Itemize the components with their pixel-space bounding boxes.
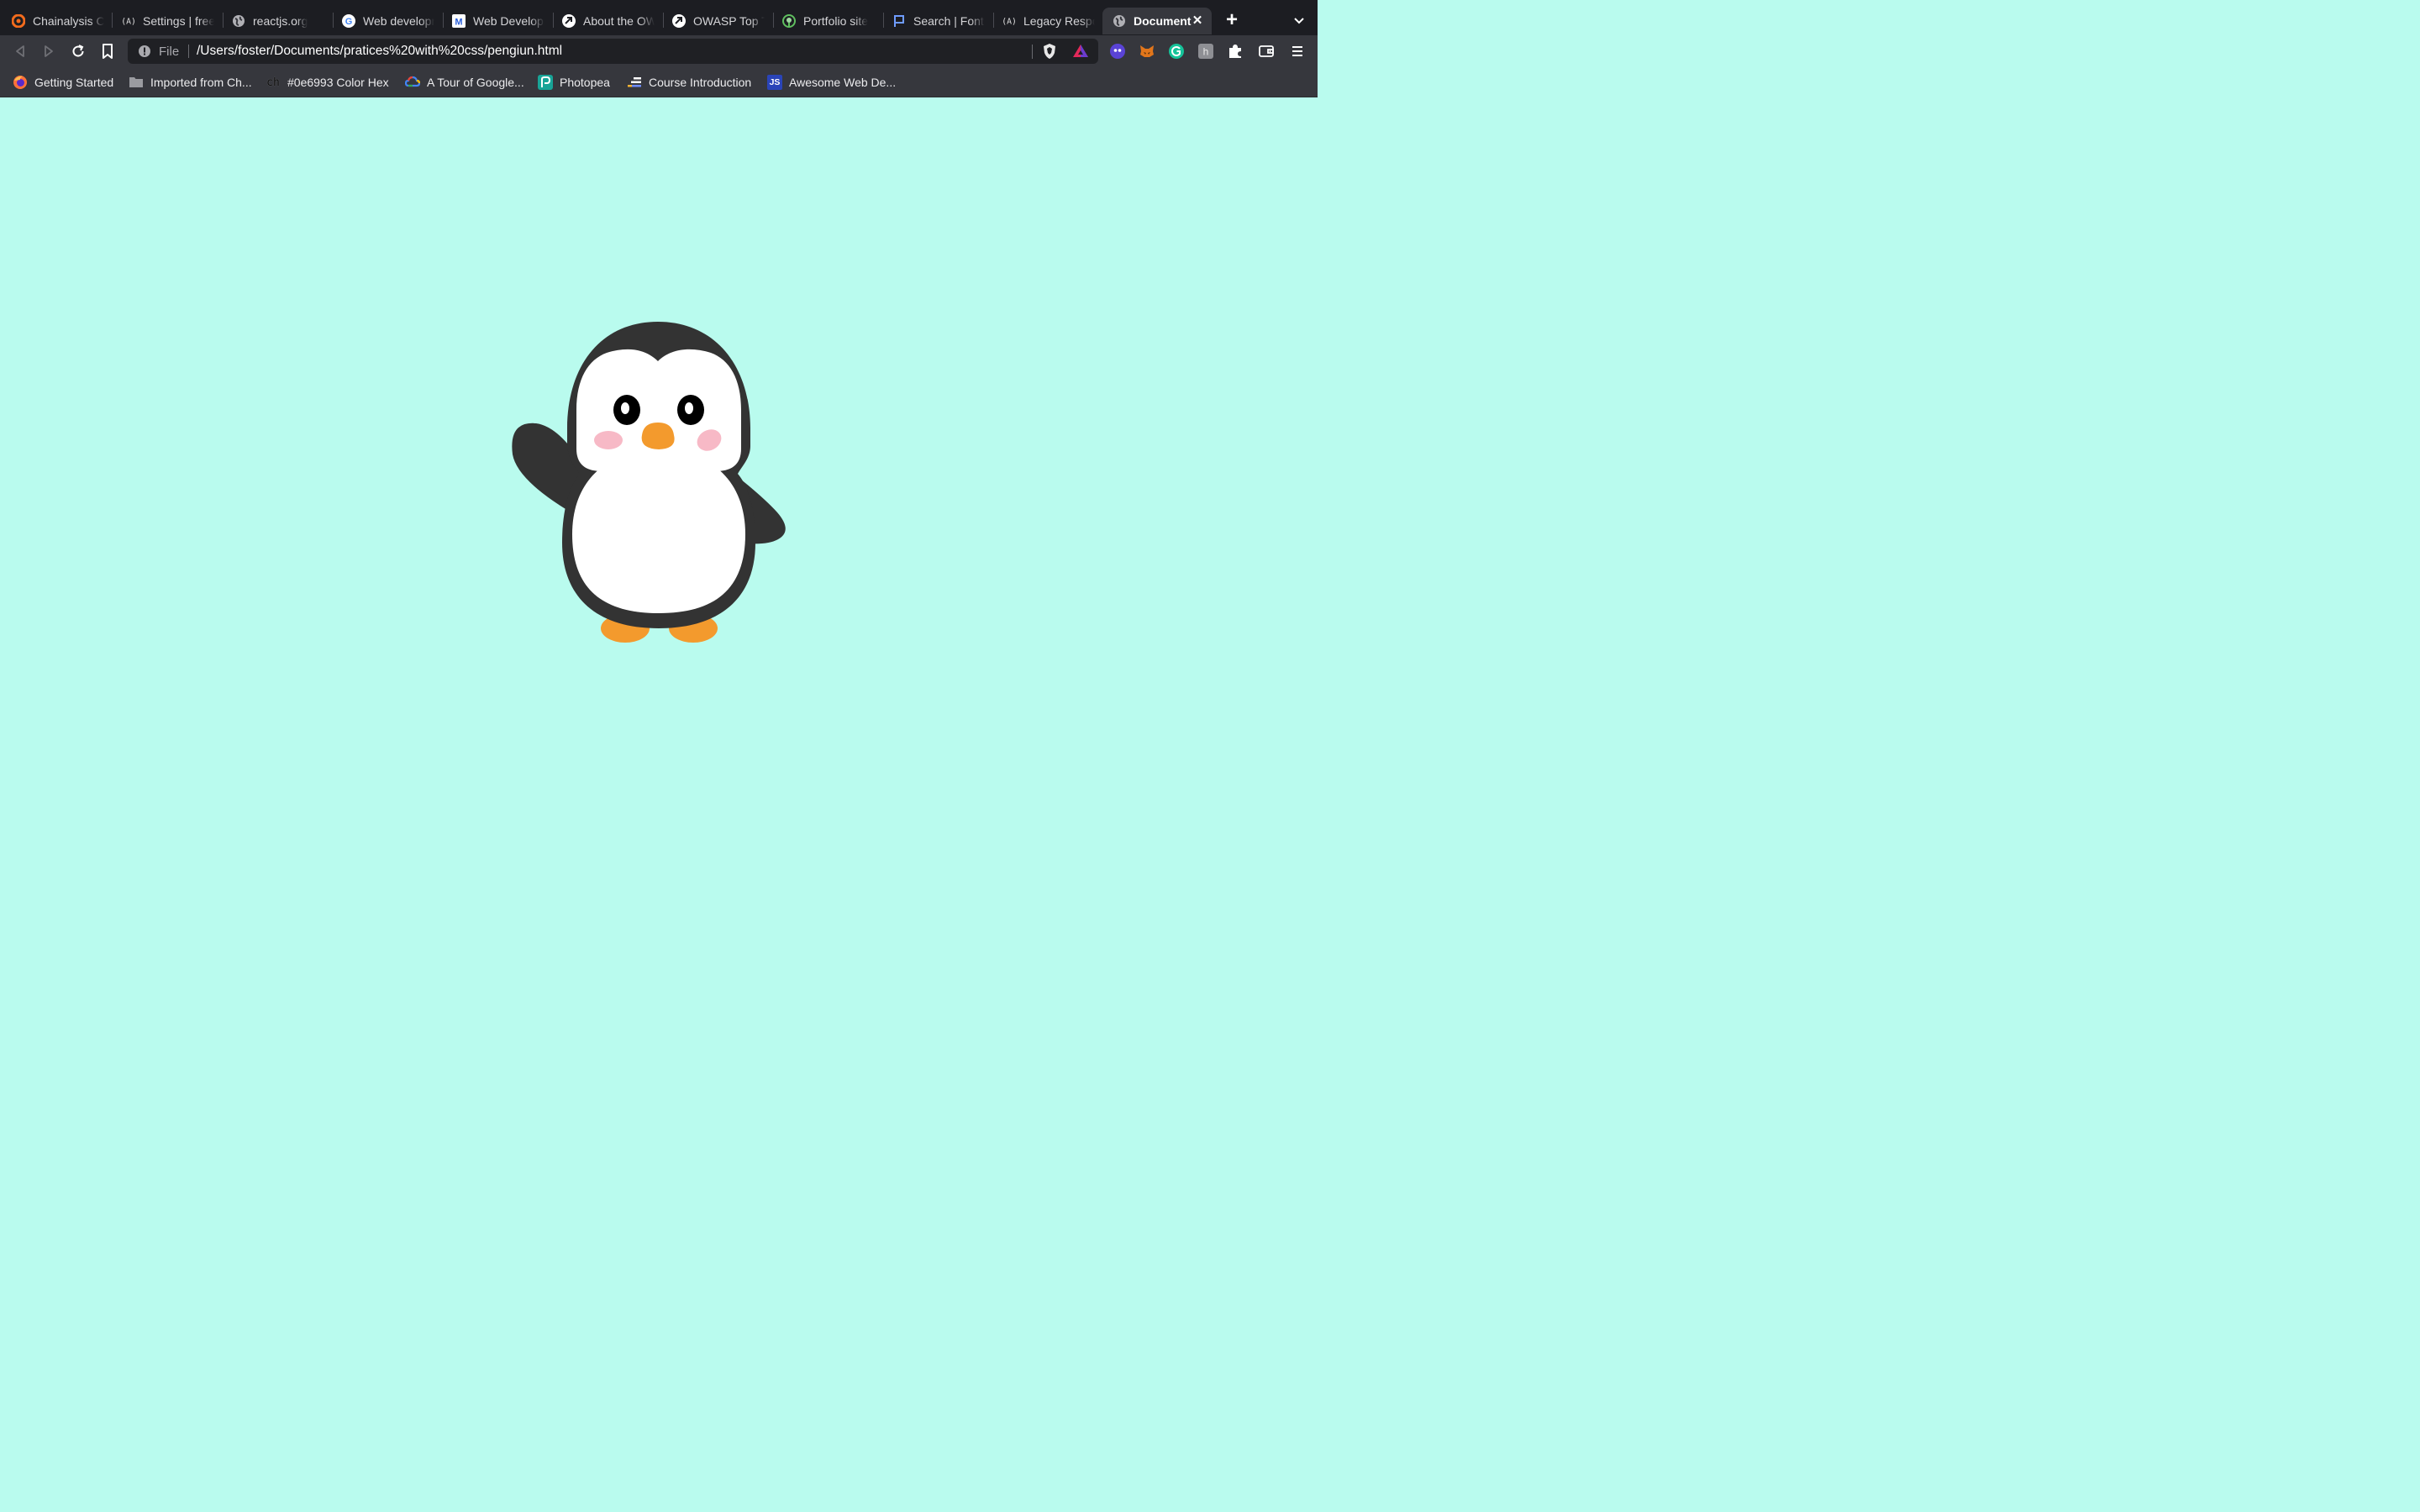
tab-legacy-responsive[interactable]: (A) Legacy Respor [992,8,1102,34]
bookmark-button[interactable] [99,43,116,60]
svg-text:M: M [455,18,462,28]
tab-label: Web Developm [473,14,544,28]
reload-button[interactable] [70,43,87,60]
bookmark-tour-of-google[interactable]: A Tour of Google... [405,74,524,91]
svg-text:h: h [1203,46,1209,58]
tab-owasp-top-ten[interactable]: OWASP Top Te [662,8,771,34]
m-icon: M [452,14,466,28]
google-cloud-icon [405,75,420,90]
colorhex-icon: ch [266,75,281,90]
back-button[interactable] [12,43,29,60]
tab-reactjs[interactable]: reactjs.org [222,8,331,34]
bookmark-label: #0e6993 Color Hex [287,76,389,89]
tab-label: About the OWA [583,14,655,28]
js-icon: JS [767,75,782,90]
tab-label: Document [1134,14,1192,28]
tab-about-owasp[interactable]: About the OWA [552,8,661,34]
page-viewport [0,97,1318,823]
tab-settings-freecodecamp[interactable]: (A) Settings | freeC [112,8,221,34]
tab-chainalysis[interactable]: Chainalysis Ce [2,8,111,34]
penguin-illustration [512,322,786,643]
bookmark-label: A Tour of Google... [427,76,524,89]
flag-icon [892,14,906,28]
omnibox-divider [188,45,189,58]
bookmark-color-hex[interactable]: ch #0e6993 Color Hex [266,74,389,91]
owasp-icon [672,14,686,28]
bookmark-getting-started[interactable]: Getting Started [13,74,113,91]
firefox-icon [13,75,28,90]
grammarly-icon[interactable] [1168,43,1185,60]
freecodecamp-icon: (A) [122,14,135,28]
penguin-left-eye-highlight [621,402,629,414]
bookmarks-bar: Getting Started Imported from Ch... ch #… [0,67,1318,97]
reload-icon [72,45,84,57]
close-tab-icon[interactable]: ✕ [1190,13,1205,29]
google-icon: G [342,14,355,28]
bookmark-label: Course Introduction [649,76,752,89]
bookmark-label: Getting Started [34,76,114,89]
tab-label: reactjs.org [253,14,308,28]
tab-label: Portfolio site [803,14,869,28]
svg-text:(A): (A) [1002,18,1016,27]
svg-text:(A): (A) [122,18,135,27]
url-text[interactable]: /Users/foster/Documents/pratices%20with%… [197,44,562,59]
wallet-icon[interactable] [1258,43,1275,60]
portfolio-icon [782,14,796,28]
tab-label: Settings | freeC [143,14,214,28]
bookmark-awesome-web-dev[interactable]: JS Awesome Web De... [767,74,896,91]
owasp-icon [562,14,576,28]
bookmark-label: Photopea [560,76,610,89]
metamask-fox-icon[interactable] [1139,43,1155,60]
js-icon-text: JS [769,77,781,87]
bookmark-label: Imported from Ch... [150,76,252,89]
tab-label: Legacy Respor [1023,14,1095,28]
bookmark-folder-imported[interactable]: Imported from Ch... [129,74,252,91]
tab-web-development-google[interactable]: G Web developm [332,8,441,34]
info-icon[interactable] [138,45,151,58]
bookmark-photopea[interactable]: Photopea [538,74,610,91]
chevron-down-icon[interactable] [1291,12,1307,29]
photopea-icon [538,75,553,90]
new-tab-button[interactable]: + [1223,10,1241,30]
tab-label: Chainalysis Ce [33,14,104,28]
puzzle-icon[interactable] [1227,43,1244,60]
tab-portfolio-site[interactable]: Portfolio site [772,8,881,34]
back-icon [16,45,24,57]
extension-generic-icon[interactable]: h [1197,43,1214,60]
tab-strip: Chainalysis Ce (A) Settings | freeC reac… [0,0,1318,35]
brave-rewards-icon[interactable] [1072,43,1089,60]
tab-search-font-awesome[interactable]: Search | Font A [882,8,992,34]
tab-document-active[interactable]: Document ✕ [1102,8,1212,34]
penguin-beak [641,423,675,449]
tab-label: Web developm [363,14,434,28]
tab-web-development-m[interactable]: M Web Developm [442,8,551,34]
bookmark-icon [103,44,113,59]
globe-icon [1113,14,1126,28]
chainalysis-icon [12,14,25,28]
menu-icon[interactable] [1289,43,1306,60]
colorhex-icon-text: ch [266,76,280,89]
tab-label: OWASP Top Te [693,14,765,28]
bookmark-course-introduction[interactable]: Course Introduction [627,74,751,91]
brave-shields-icon[interactable] [1041,43,1058,60]
address-bar[interactable]: File /Users/foster/Documents/pratices%20… [128,39,1098,64]
svg-text:G: G [345,17,353,27]
scheme-label: File [159,45,180,59]
bookmark-label: Awesome Web De... [789,76,897,89]
forward-icon [45,45,53,57]
forward-button[interactable] [40,43,57,60]
penguin-right-eye-highlight [685,402,693,414]
omnibox-divider [1032,45,1033,59]
navigation-toolbar: File /Users/foster/Documents/pratices%20… [0,35,1318,67]
penguin-belly [572,450,745,613]
extension-chat-icon[interactable] [1109,43,1126,60]
course-icon [627,75,642,90]
penguin-left-cheek [594,431,623,449]
globe-icon [232,14,245,28]
freecodecamp-icon: (A) [1002,14,1016,28]
tab-label: Search | Font A [913,14,985,28]
folder-icon [129,75,144,90]
